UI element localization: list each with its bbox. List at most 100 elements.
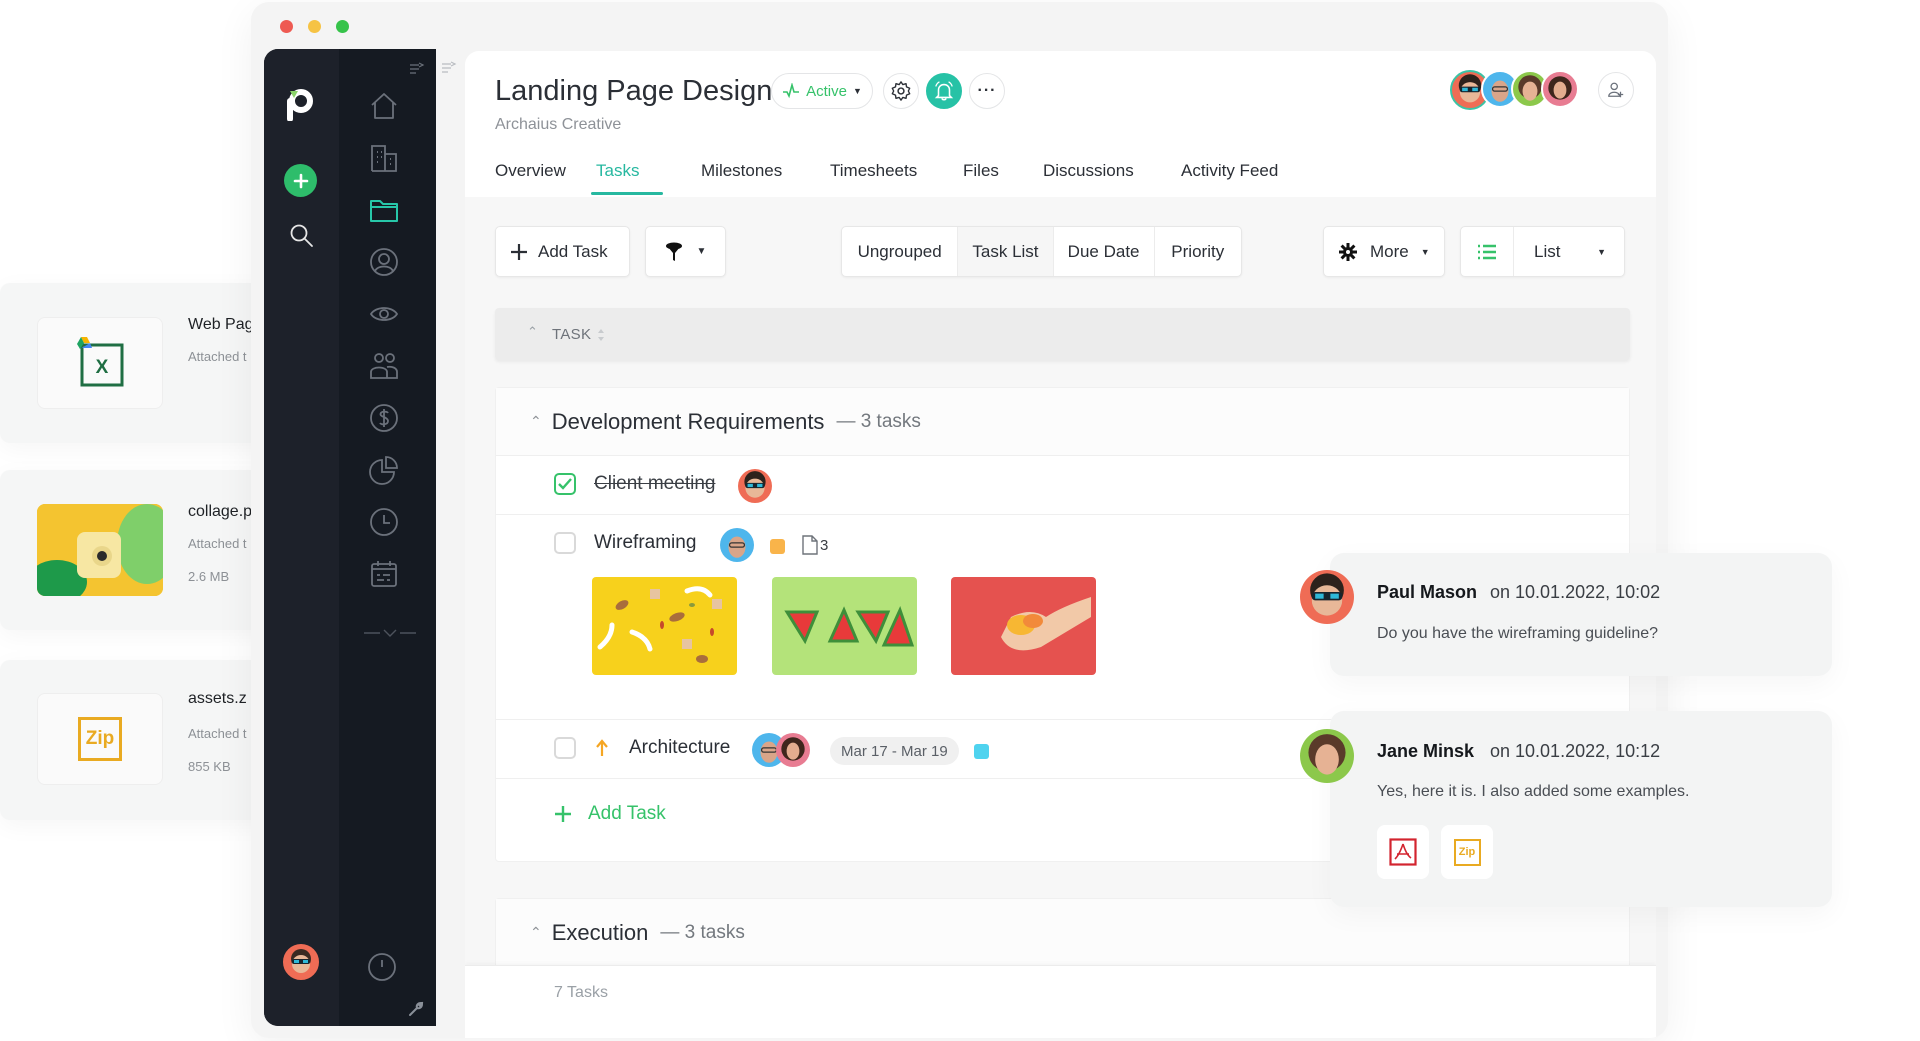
task-name[interactable]: Architecture: [629, 737, 730, 759]
comment-attachment-zip[interactable]: Zip: [1441, 825, 1493, 879]
project-client[interactable]: Archaius Creative: [495, 116, 621, 134]
view-dropdown[interactable]: List ▼: [1514, 227, 1624, 276]
comment-card[interactable]: Jane Minsk on 10.01.2022, 10:12 Yes, her…: [1300, 711, 1832, 907]
clock-icon: [370, 508, 398, 536]
tag-color-blue[interactable]: [974, 744, 989, 759]
priority-high-arrow-icon[interactable]: [595, 739, 609, 757]
file-name: collage.p: [188, 503, 253, 520]
more-button[interactable]: More ▼: [1323, 226, 1445, 277]
group-header[interactable]: ⌃ Development Requirements — 3 tasks: [496, 388, 1629, 456]
comment-author-avatar[interactable]: [1300, 729, 1354, 783]
nav-companies[interactable]: [367, 141, 401, 175]
create-new-button[interactable]: [284, 164, 317, 197]
tab-discussions[interactable]: Discussions: [1043, 161, 1134, 181]
nav-team[interactable]: [367, 349, 401, 383]
folder-icon: [370, 200, 398, 222]
comment-attachment-pdf[interactable]: [1377, 825, 1429, 879]
tag-color-orange[interactable]: [770, 539, 785, 554]
collapse-all-icon[interactable]: ⌃: [527, 324, 538, 340]
logo-icon[interactable]: [286, 87, 314, 121]
file-icon[interactable]: [801, 535, 819, 555]
collapse-panel-icon[interactable]: [441, 60, 457, 74]
maximize-window-button[interactable]: [336, 20, 349, 33]
bell-icon: [934, 81, 954, 101]
tab-overview[interactable]: Overview: [495, 161, 566, 181]
file-name: Web Pag: [188, 316, 254, 333]
chevron-down-icon: ▼: [1597, 246, 1606, 257]
group-priority[interactable]: Priority: [1155, 227, 1242, 276]
add-member-button[interactable]: [1598, 72, 1634, 108]
image-attachment-watermelon[interactable]: [772, 577, 917, 675]
zip-icon: Zip: [78, 717, 122, 761]
nav-calendar[interactable]: [367, 557, 401, 591]
sort-icon[interactable]: [597, 327, 605, 343]
status-label: Active: [806, 82, 847, 100]
task-checkbox[interactable]: [554, 532, 576, 554]
add-task-button[interactable]: Add Task: [495, 226, 630, 277]
collapse-sidebar-icon[interactable]: [409, 61, 425, 75]
comment-author[interactable]: Jane Minsk: [1377, 741, 1474, 762]
check-icon: [558, 478, 572, 490]
minimize-window-button[interactable]: [308, 20, 321, 33]
nav-reports[interactable]: [367, 453, 401, 487]
add-task-label: Add Task: [588, 803, 666, 824]
collapse-group-icon[interactable]: ⌃: [530, 924, 542, 941]
view-selector[interactable]: List ▼: [1460, 226, 1625, 277]
task-checkbox[interactable]: [554, 737, 576, 759]
collapse-group-icon[interactable]: ⌃: [530, 413, 542, 430]
close-window-button[interactable]: [280, 20, 293, 33]
total-task-count: 7 Tasks: [554, 984, 608, 1001]
file-subtitle: Attached t: [188, 349, 247, 364]
plus-icon: [555, 806, 571, 822]
search-icon[interactable]: [289, 223, 315, 249]
task-row[interactable]: Client meeting: [496, 456, 1629, 515]
comment-author-avatar[interactable]: [1300, 570, 1354, 624]
assignee-avatar[interactable]: [720, 528, 754, 562]
status-dropdown[interactable]: Active ▼: [771, 73, 873, 109]
nav-contacts[interactable]: [367, 245, 401, 279]
nav-watching[interactable]: [367, 297, 401, 331]
nav-finance[interactable]: [367, 401, 401, 435]
notifications-button[interactable]: [926, 73, 962, 109]
nav-projects[interactable]: [367, 193, 401, 227]
current-user-avatar[interactable]: [283, 944, 319, 980]
image-attachment-hand[interactable]: [951, 577, 1096, 675]
wrench-icon[interactable]: [408, 1001, 424, 1017]
group-ungrouped[interactable]: Ungrouped: [842, 227, 959, 276]
timer-icon[interactable]: [366, 951, 398, 983]
image-attachment-nuts[interactable]: [592, 577, 737, 675]
comment-text: Yes, here it is. I also added some examp…: [1377, 783, 1690, 800]
settings-button[interactable]: [883, 73, 919, 109]
tab-milestones[interactable]: Milestones: [701, 161, 782, 181]
group-task-count: — 3 tasks: [660, 921, 745, 943]
project-header: Landing Page Design Archaius Creative Ac…: [465, 51, 1656, 197]
task-name[interactable]: Client meeting: [594, 473, 715, 495]
expand-more-icon[interactable]: [364, 627, 416, 639]
more-options-button[interactable]: ···: [969, 73, 1005, 109]
chevron-down-icon: ▼: [852, 86, 862, 96]
group-header[interactable]: ⌃ Execution — 3 tasks: [496, 899, 1629, 967]
assignee-avatar[interactable]: [738, 469, 772, 503]
plus-icon: [293, 173, 308, 188]
assignee-avatar[interactable]: [776, 733, 810, 767]
zip-thumbnail: Zip: [37, 693, 163, 785]
filter-button[interactable]: ▼: [645, 226, 726, 277]
nav-home[interactable]: [367, 89, 401, 123]
tab-files[interactable]: Files: [963, 161, 999, 181]
group-due-date[interactable]: Due Date: [1054, 227, 1155, 276]
nav-time[interactable]: [367, 505, 401, 539]
add-task-inline-button[interactable]: Add Task: [554, 803, 666, 825]
tab-timesheets[interactable]: Timesheets: [830, 161, 917, 181]
list-view-toggle[interactable]: [1461, 227, 1514, 276]
tab-activity-feed[interactable]: Activity Feed: [1181, 161, 1278, 181]
comment-author[interactable]: Paul Mason: [1377, 582, 1477, 603]
tab-tasks[interactable]: Tasks: [596, 161, 639, 181]
task-checkbox-checked[interactable]: [554, 473, 576, 495]
group-task-list[interactable]: Task List: [958, 227, 1054, 276]
task-name[interactable]: Wireframing: [594, 532, 696, 554]
member-avatar[interactable]: [1541, 70, 1579, 108]
group-title: Execution: [551, 919, 649, 945]
comment-card[interactable]: Paul Mason on 10.01.2022, 10:02 Do you h…: [1300, 553, 1832, 676]
task-column-header[interactable]: TASK: [552, 326, 591, 343]
due-date-badge[interactable]: Mar 17 - Mar 19: [830, 737, 959, 765]
